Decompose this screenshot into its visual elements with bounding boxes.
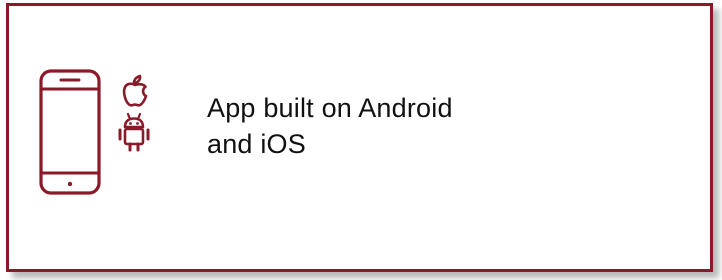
feature-text-line-1: App built on Android	[207, 93, 453, 123]
apple-icon	[122, 74, 148, 107]
feature-card: App built on Android and iOS	[6, 3, 713, 272]
feature-description: App built on Android and iOS	[207, 90, 627, 162]
feature-text-line-2: and iOS	[207, 129, 306, 159]
platform-icons	[37, 68, 167, 196]
android-icon	[118, 112, 150, 152]
smartphone-icon	[39, 69, 101, 195]
